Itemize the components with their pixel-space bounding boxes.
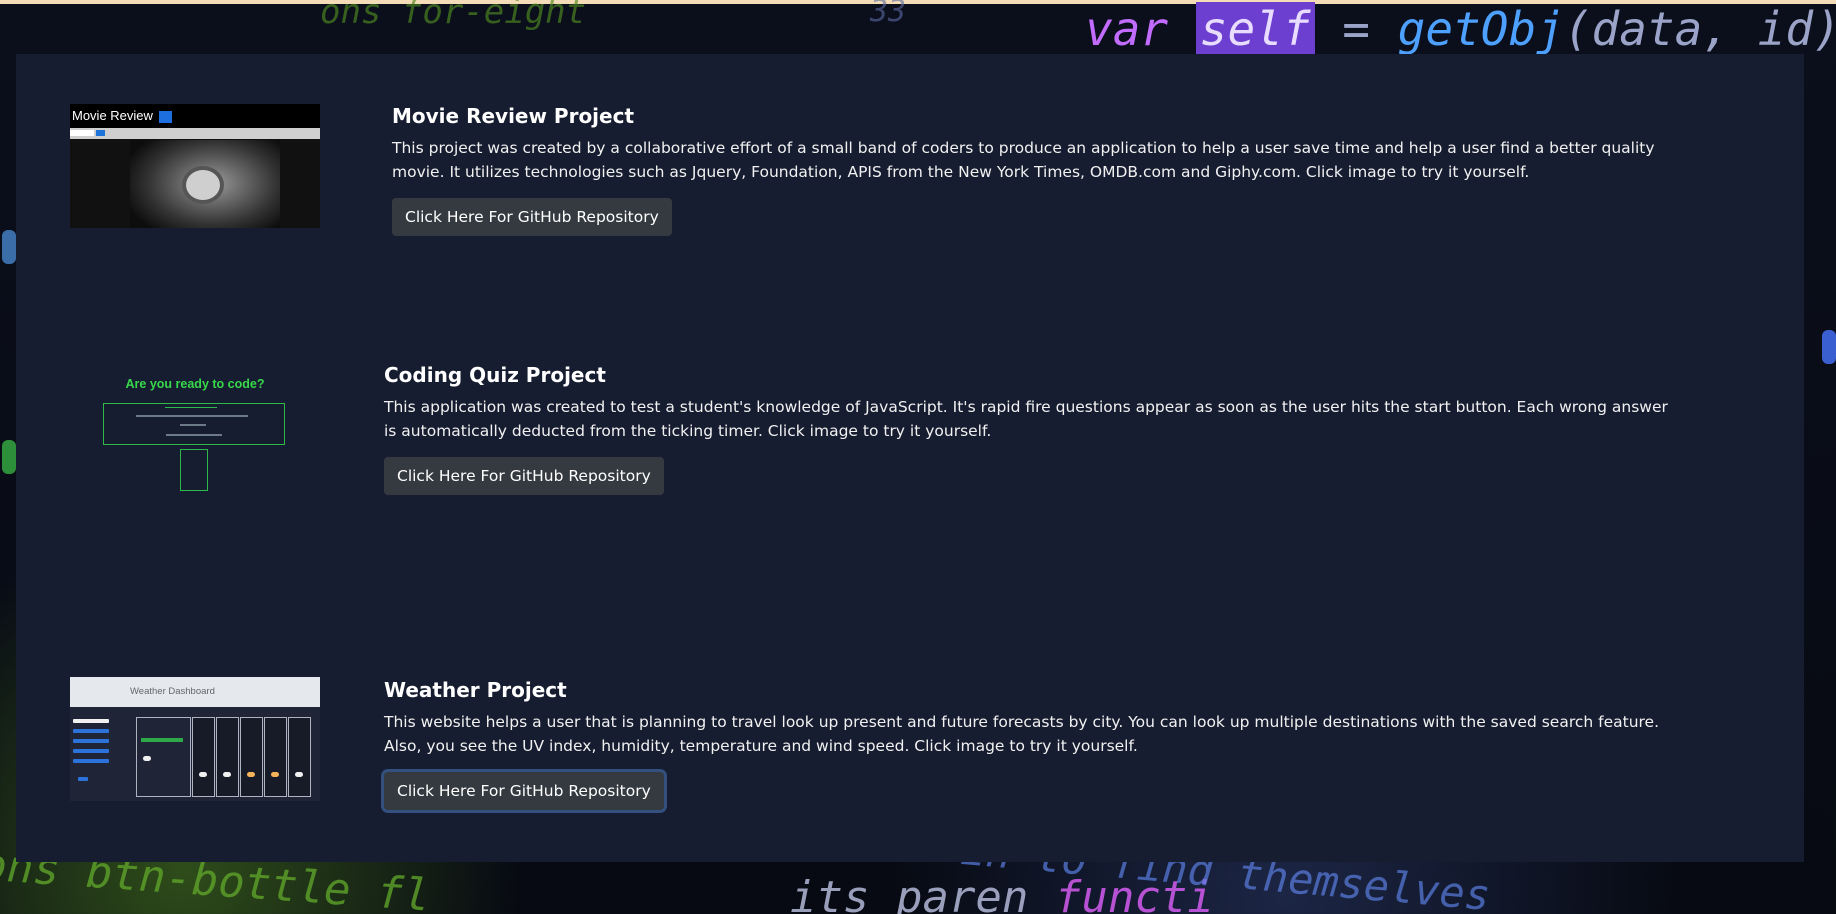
background-code-top: var self = getObj(data, id) bbox=[1085, 2, 1836, 56]
projects-panel: Movie Review Movie Review Project This p… bbox=[16, 54, 1804, 862]
project-title: Movie Review Project bbox=[392, 104, 635, 128]
movie-review-thumbnail[interactable]: Movie Review bbox=[70, 104, 320, 228]
current-weather-box bbox=[136, 717, 191, 797]
project-description: This website helps a user that is planni… bbox=[384, 713, 1660, 755]
thumbnail-title: Weather Dashboard bbox=[70, 677, 320, 707]
background-code-top-left: ons for-eight bbox=[320, 0, 587, 32]
cloud-icon bbox=[199, 772, 207, 777]
forecast-card bbox=[192, 717, 215, 797]
sun-icon bbox=[247, 772, 255, 777]
background-code-top-mid: 33 bbox=[870, 0, 907, 29]
forecast-card bbox=[288, 717, 311, 797]
background-dot bbox=[2, 440, 16, 474]
cloud-icon bbox=[143, 756, 151, 761]
forecast-card bbox=[264, 717, 287, 797]
github-repo-button[interactable]: Click Here For GitHub Repository bbox=[384, 772, 664, 810]
project-title: Weather Project bbox=[384, 678, 567, 702]
code-args: (data, id) bbox=[1563, 2, 1836, 56]
project-description: This project was created by a collaborat… bbox=[392, 139, 1655, 181]
quiz-score-box bbox=[180, 449, 208, 491]
code-highlight: self bbox=[1195, 2, 1315, 56]
forecast-card bbox=[240, 717, 263, 797]
weather-thumbnail[interactable]: Weather Dashboard bbox=[70, 677, 320, 801]
project-info: Movie Review Project This project was cr… bbox=[392, 104, 1692, 236]
background-dot bbox=[1822, 330, 1836, 364]
code-function: getObj bbox=[1397, 2, 1564, 56]
thumbnail-title: Are you ready to code? bbox=[125, 377, 265, 391]
code-equals: = bbox=[1314, 2, 1398, 56]
github-repo-button[interactable]: Click Here For GitHub Repository bbox=[392, 198, 672, 236]
forecast-card bbox=[216, 717, 239, 797]
thumbnail-header: Movie Review bbox=[70, 104, 320, 128]
code-text: its paren bbox=[790, 872, 1029, 914]
thumbnail-nav bbox=[70, 128, 320, 139]
film-reel-hub bbox=[182, 166, 224, 204]
cloud-icon bbox=[223, 772, 231, 777]
project-info: Weather Project This website helps a use… bbox=[384, 678, 1684, 810]
background-dot bbox=[2, 230, 16, 264]
cloud-icon bbox=[295, 772, 303, 777]
flag-icon bbox=[158, 110, 172, 123]
github-repo-button[interactable]: Click Here For GitHub Repository bbox=[384, 457, 664, 495]
sun-icon bbox=[271, 772, 279, 777]
project-description: This application was created to test a s… bbox=[384, 398, 1668, 440]
project-info: Coding Quiz Project This application was… bbox=[384, 363, 1684, 495]
project-title: Coding Quiz Project bbox=[384, 363, 606, 387]
thumbnail-title: Movie Review bbox=[72, 108, 153, 123]
code-keyword: var bbox=[1085, 2, 1169, 56]
coding-quiz-thumbnail[interactable]: Are you ready to code? bbox=[70, 369, 320, 493]
